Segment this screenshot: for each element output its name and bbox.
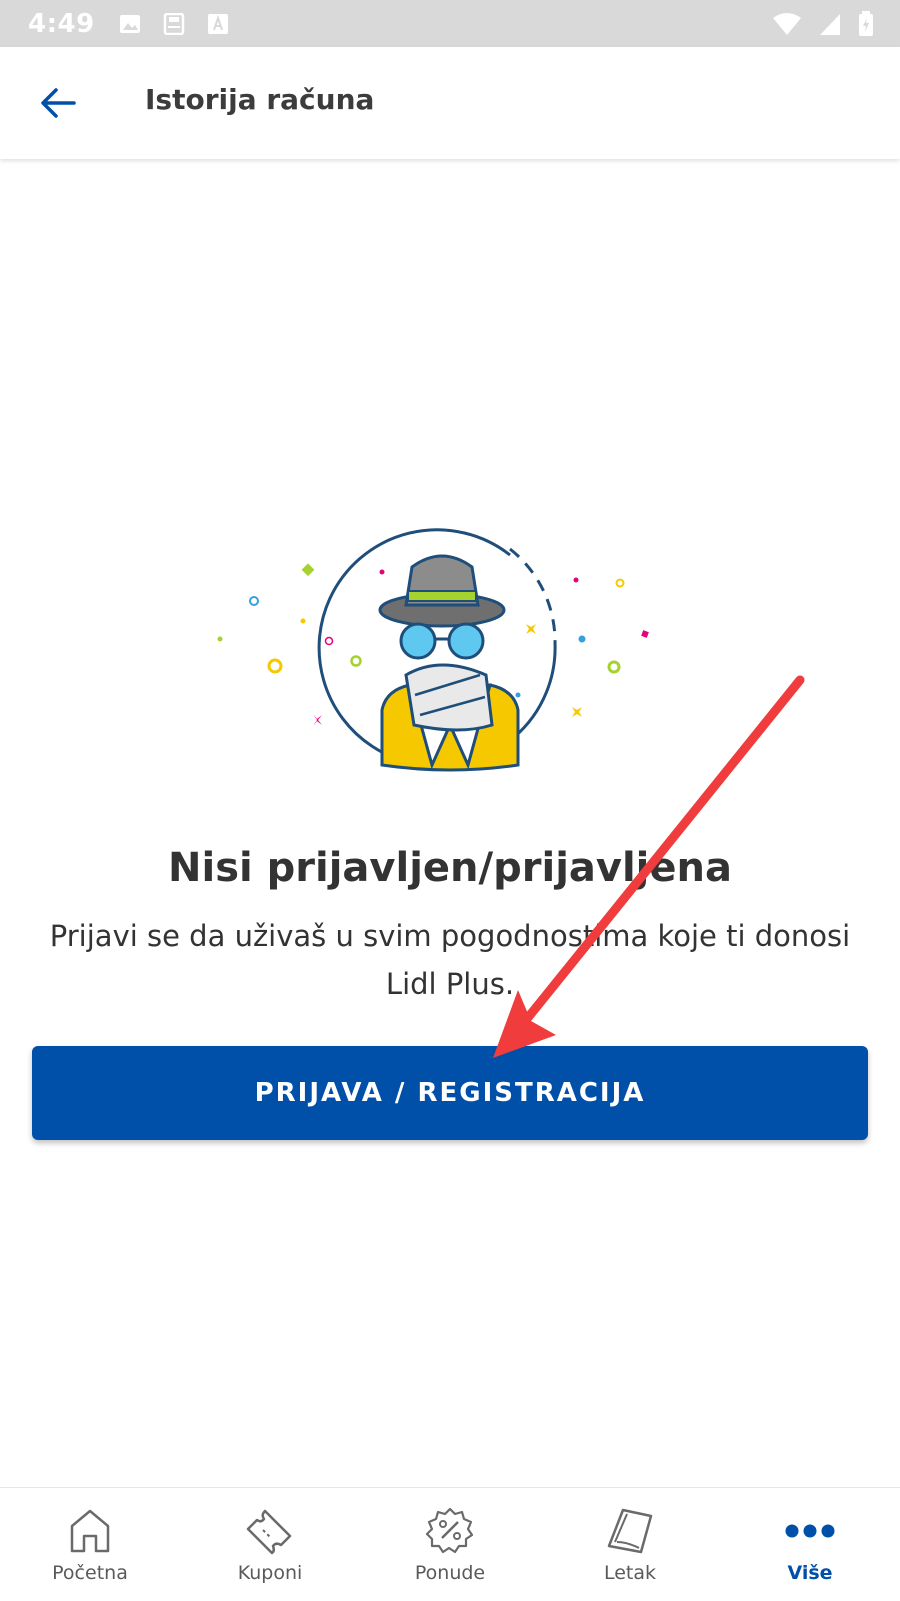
login-prompt-text: Prijavi se da uživaš u svim pogodnostima… xyxy=(49,919,851,1001)
font-notification-icon xyxy=(207,13,228,34)
nav-label-offers: Ponude xyxy=(414,1562,486,1584)
nav-label-home: Početna xyxy=(52,1562,128,1584)
page-title: Istorija računa xyxy=(145,83,375,116)
back-button[interactable] xyxy=(30,75,86,131)
nav-label-coupons: Kuponi xyxy=(237,1562,303,1584)
image-notification-icon xyxy=(119,14,140,33)
arrow-left-icon xyxy=(41,88,76,118)
system-icons xyxy=(772,0,874,47)
annotation-arrow xyxy=(493,675,805,1058)
nav-item-coupons[interactable]: Kuponi xyxy=(180,1488,360,1601)
sd-card-notification-icon xyxy=(163,12,184,35)
wifi-icon xyxy=(773,12,801,35)
nav-item-more[interactable]: Više xyxy=(720,1488,900,1601)
leaflet-icon xyxy=(607,1508,653,1554)
nav-item-leaflet[interactable]: Letak xyxy=(540,1488,720,1601)
cell-signal-icon xyxy=(820,13,840,35)
discount-badge-icon xyxy=(425,1507,474,1554)
nav-item-home[interactable]: Početna xyxy=(0,1488,180,1601)
notification-icons xyxy=(119,12,229,35)
home-icon xyxy=(70,1509,110,1553)
nav-label-leaflet: Letak xyxy=(603,1562,657,1584)
incognito-user-illustration xyxy=(217,528,649,772)
nav-label-more: Više xyxy=(787,1562,833,1584)
coupon-icon xyxy=(246,1509,292,1555)
login-register-button[interactable]: PRIJAVA / REGISTRACIJA xyxy=(32,1046,868,1140)
status-bar: 4:49 xyxy=(0,0,900,47)
more-dots-icon xyxy=(785,1524,835,1538)
app-bar: Istorija računa xyxy=(0,47,900,159)
status-time: 4:49 xyxy=(28,8,95,39)
battery-icon xyxy=(859,10,873,36)
not-logged-in-headline: Nisi prijavljen/prijavljena xyxy=(168,845,732,891)
bottom-navigation: Početna Kuponi Ponude Letak Više xyxy=(0,1487,900,1601)
nav-item-offers[interactable]: Ponude xyxy=(360,1488,540,1601)
